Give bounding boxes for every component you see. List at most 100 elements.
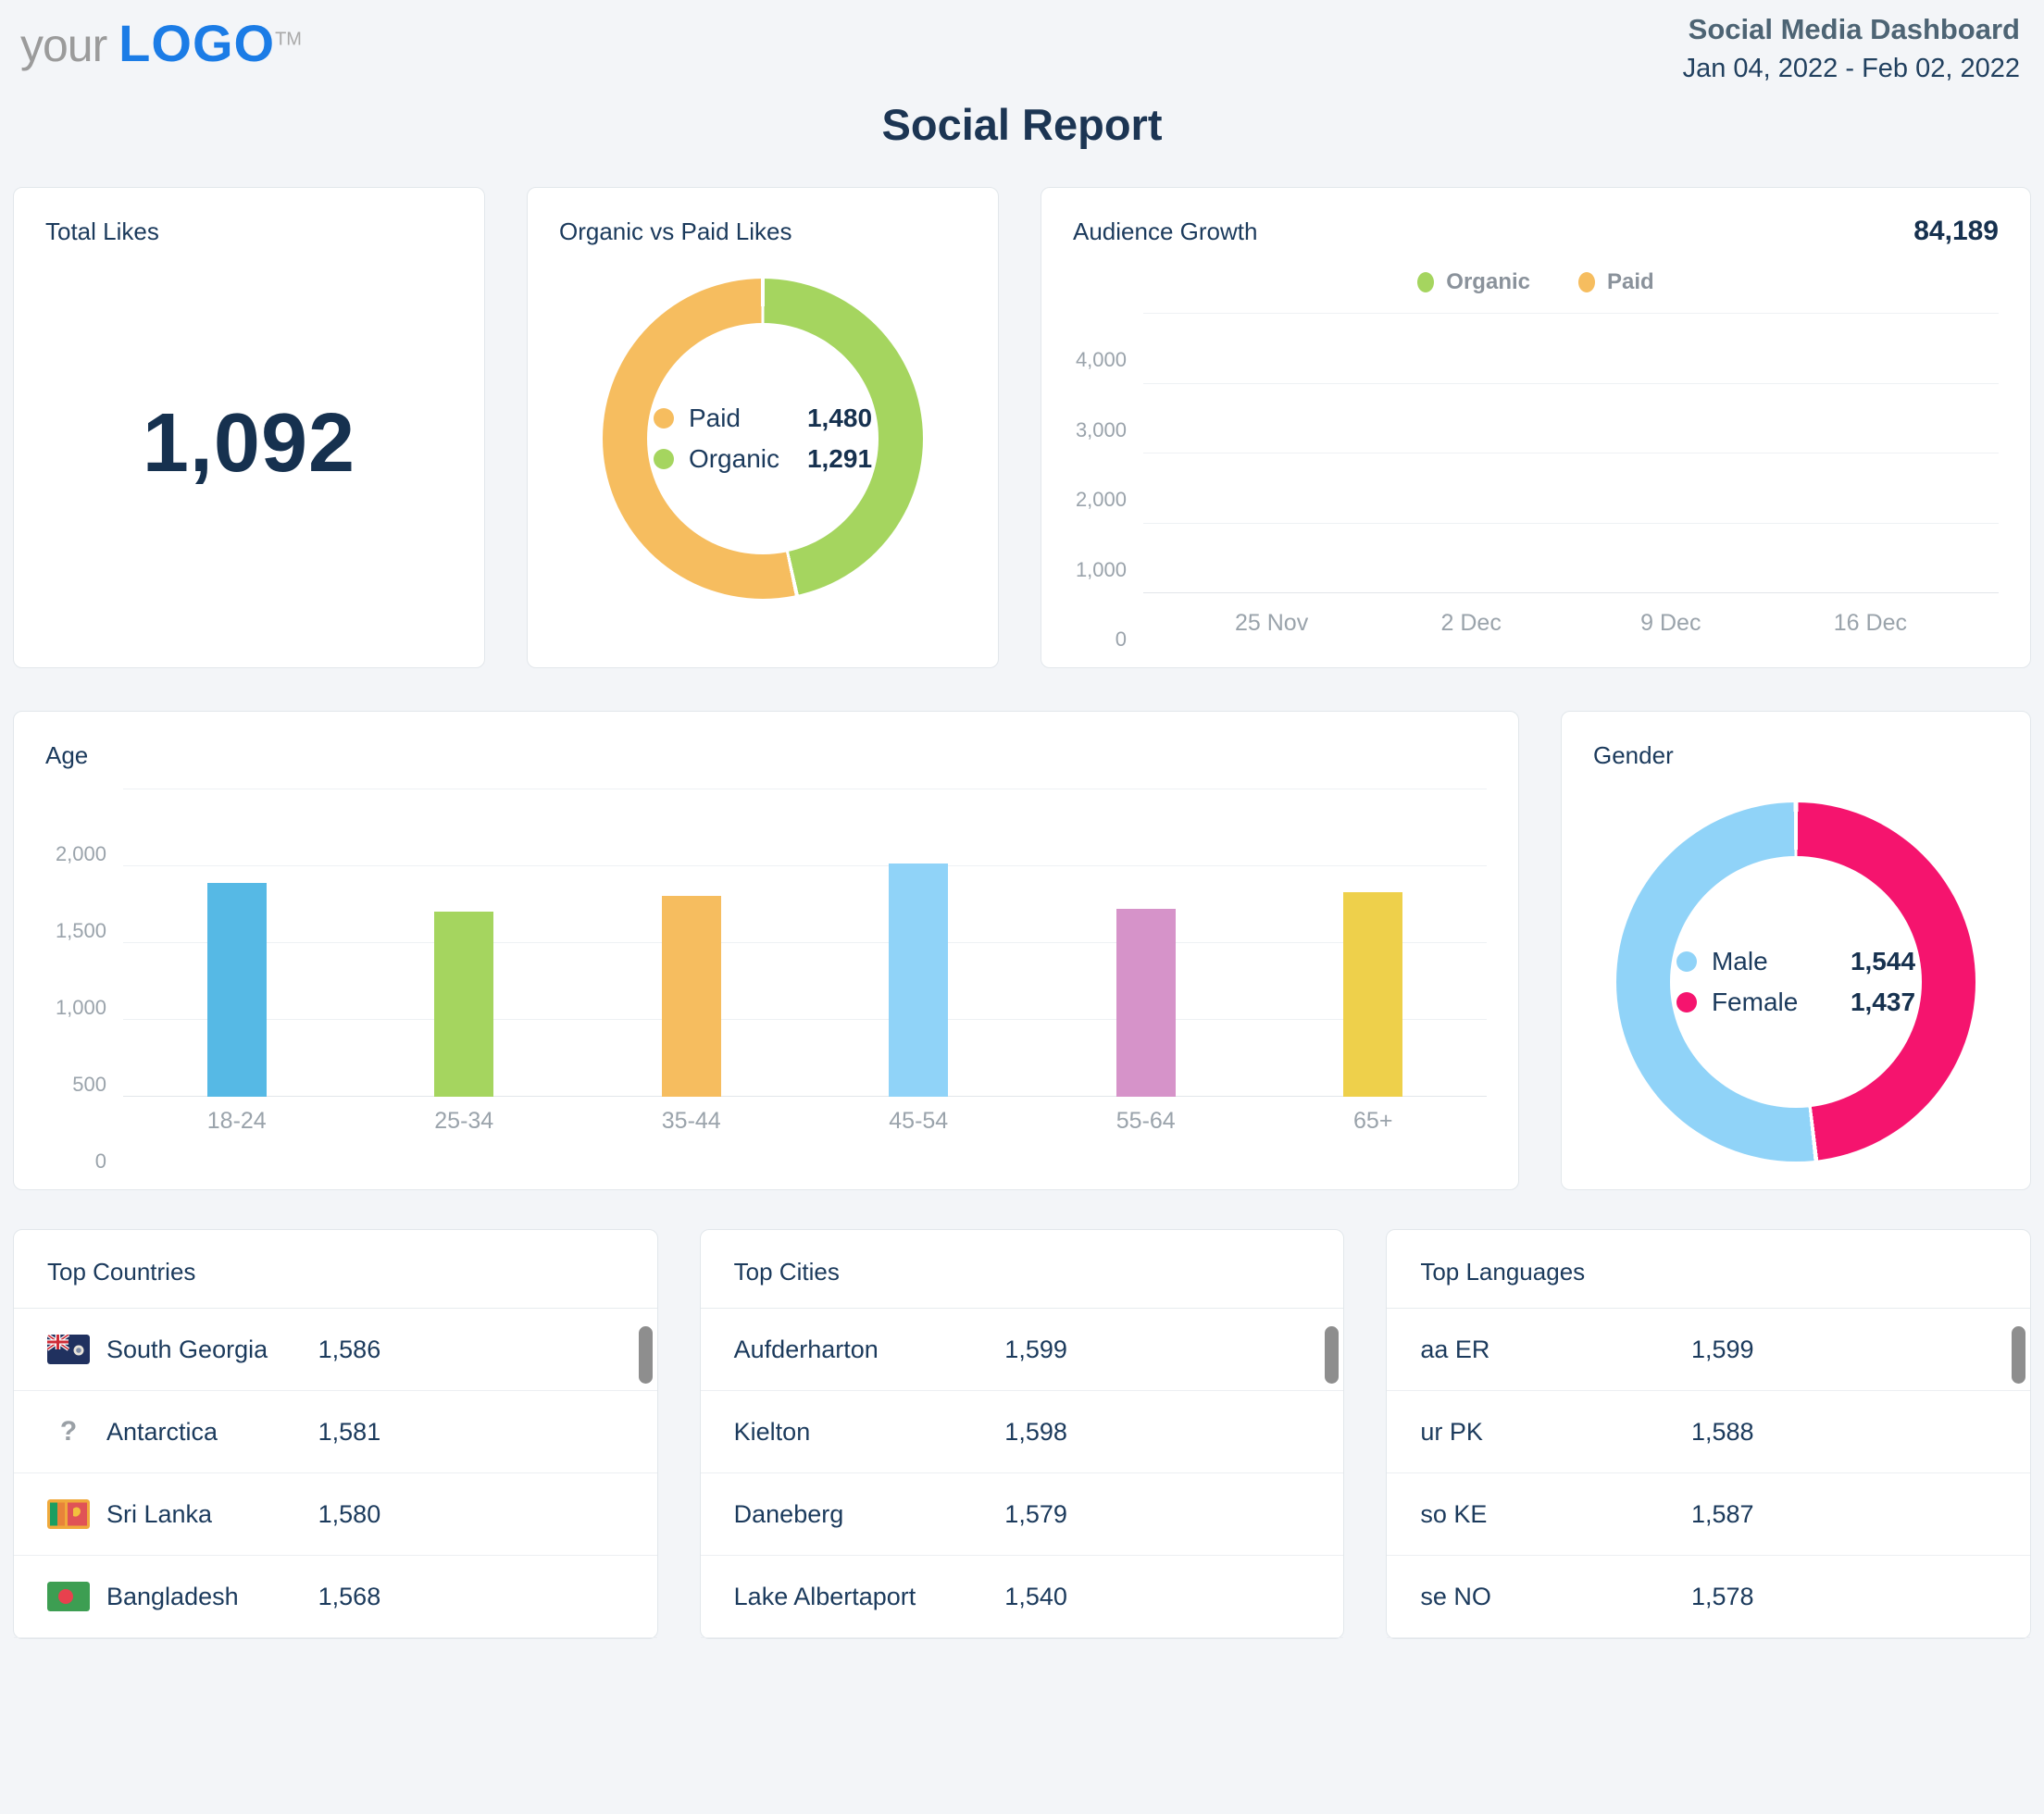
legend-item: Organic1,291 [654, 444, 872, 474]
gender-donut-chart: Male1,544 Female1,437 [1616, 802, 1975, 1162]
y-axis-tick-label: 4,000 [1076, 348, 1127, 372]
item-label: ur PK [1420, 1418, 1483, 1447]
bar-slot [1032, 789, 1260, 1097]
bars-container [123, 789, 1487, 1097]
age-bar-45-54 [889, 864, 948, 1097]
item-label: so KE [1420, 1500, 1487, 1529]
y-axis-tick-label: 2,000 [56, 842, 106, 866]
item-value: 1,540 [1004, 1583, 1067, 1611]
brand-logo: your LOGOTM [20, 13, 302, 73]
item-label: Kielton [734, 1418, 811, 1447]
bar-slot [1260, 789, 1488, 1097]
list-item: aa ER1,599 [1387, 1309, 2030, 1391]
organic-vs-paid-donut-chart: Paid1,480 Organic1,291 [603, 279, 923, 599]
age-bar-18-24 [207, 883, 267, 1097]
card-title: Gender [1593, 739, 1999, 771]
sri-lanka-flag-icon [47, 1499, 90, 1529]
bar-slot [578, 789, 805, 1097]
plot-area [123, 789, 1487, 1097]
list-item: Kielton 1,598 [701, 1391, 1344, 1473]
chart-legend: OrganicPaid [1073, 269, 1999, 295]
item-value: 1,580 [318, 1500, 381, 1529]
demographics-row: Age 05001,0001,5002,000 18-2425-3435-444… [0, 711, 2044, 1185]
list-item-name: aa ER [1420, 1336, 1691, 1364]
total-likes-value: 1,092 [45, 396, 453, 491]
legend-dot-icon [1676, 992, 1697, 1013]
age-card: Age 05001,0001,5002,000 18-2425-3435-444… [13, 711, 1519, 1190]
list-item-name: Aufderharton [734, 1336, 1005, 1364]
y-axis: 01,0002,0003,0004,000 [1073, 314, 1143, 640]
top-lists-row: Top Countries South Georgia1,586?Antarct… [0, 1229, 2044, 1638]
legend-item: Paid1,480 [654, 404, 872, 433]
scrollbar-thumb[interactable] [1325, 1326, 1339, 1384]
legend-value: 1,544 [1851, 947, 1915, 976]
age-bar-35-44 [662, 896, 721, 1097]
logo-trademark: TM [275, 29, 302, 49]
item-value: 1,581 [318, 1418, 381, 1447]
x-axis-tick-label: 25-34 [351, 1108, 579, 1139]
header-meta: Social Media Dashboard Jan 04, 2022 - Fe… [1683, 13, 2020, 84]
y-axis-tick-label: 0 [95, 1149, 106, 1174]
x-axis-tick-label: 16 Dec [1834, 610, 1907, 637]
dashboard-title: Social Media Dashboard [1683, 13, 2020, 46]
item-label: Antarctica [106, 1418, 218, 1447]
bangladesh-flag-icon [47, 1582, 90, 1611]
x-axis-tick-label: 25 Nov [1235, 610, 1308, 637]
list-item-name: ? Antarctica [47, 1416, 318, 1447]
list-item: ur PK 1,588 [1387, 1391, 2030, 1473]
x-axis: 18-2425-3435-4445-5455-6465+ [123, 1108, 1487, 1139]
item-value: 1,598 [1004, 1418, 1067, 1447]
top-cities-card: Top Cities Aufderharton1,599Kielton1,598… [700, 1229, 1345, 1639]
bar-slot [351, 789, 579, 1097]
donut-legend: Paid1,480 Organic1,291 [603, 279, 923, 599]
logo-wordmark: LOGO [118, 14, 275, 72]
y-axis-tick-label: 0 [1115, 627, 1127, 652]
list-item: South Georgia1,586 [14, 1309, 657, 1391]
country-list: South Georgia1,586? Antarctica 1,581 Sri La… [14, 1309, 657, 1638]
item-value: 1,578 [1691, 1583, 1754, 1611]
donut-wrap: Male1,544 Female1,437 [1593, 802, 1999, 1162]
item-label: Sri Lanka [106, 1500, 212, 1529]
legend-item: Female1,437 [1676, 988, 1915, 1017]
legend-value: 1,291 [807, 444, 872, 474]
item-value: 1,568 [318, 1583, 381, 1611]
scrollbar-thumb[interactable] [2012, 1326, 2025, 1384]
legend-value: 1,480 [807, 404, 872, 433]
plot-column: 18-2425-3435-4445-5455-6465+ [123, 789, 1487, 1162]
y-axis-tick-label: 500 [72, 1073, 106, 1097]
item-label: Daneberg [734, 1500, 844, 1529]
bar-slot [805, 789, 1033, 1097]
card-head: Audience Growth 84,189 [1073, 216, 1999, 247]
list-item-name: so KE [1420, 1500, 1691, 1529]
legend-label: Male [1712, 947, 1851, 976]
card-title: Age [45, 739, 1487, 771]
item-label: aa ER [1420, 1336, 1489, 1364]
age-chart: 05001,0001,5002,000 18-2425-3435-4445-54… [45, 789, 1487, 1162]
y-axis-tick-label: 1,500 [56, 919, 106, 943]
list-item-name: Kielton [734, 1418, 1005, 1447]
legend-label: Organic [1446, 269, 1530, 295]
item-value: 1,587 [1691, 1500, 1754, 1529]
donut-legend: Male1,544 Female1,437 [1616, 802, 1975, 1162]
y-axis-tick-label: 2,000 [1076, 488, 1127, 512]
scrollbar-thumb[interactable] [639, 1326, 653, 1384]
gender-card: Gender Male1,544 Female1,437 [1561, 711, 2031, 1190]
legend-dot-icon [1417, 272, 1434, 292]
x-axis-tick-label: 65+ [1260, 1108, 1488, 1139]
x-axis-tick-label: 45-54 [805, 1108, 1033, 1139]
list-item-name: ur PK [1420, 1418, 1691, 1447]
legend-label: Paid [689, 404, 807, 433]
list-item-name: Bangladesh [47, 1582, 318, 1611]
age-bar-25-34 [434, 912, 493, 1097]
unknown-flag-icon: ? [47, 1416, 90, 1447]
list-item: so KE 1,587 [1387, 1473, 2030, 1556]
age-bar-65+ [1343, 892, 1402, 1097]
list-item-name: Sri Lanka [47, 1499, 318, 1529]
item-value: 1,588 [1691, 1418, 1754, 1447]
card-title: Total Likes [45, 216, 453, 247]
x-axis-tick-label: 18-24 [123, 1108, 351, 1139]
organic-vs-paid-card: Organic vs Paid Likes Paid1,480Organic1,… [527, 187, 999, 668]
report-header: your LOGOTM Social Media Dashboard Jan 0… [0, 0, 2044, 84]
legend-dot-icon [1676, 951, 1697, 972]
x-axis: 25 Nov2 Dec9 Dec16 Dec [1143, 604, 1999, 640]
